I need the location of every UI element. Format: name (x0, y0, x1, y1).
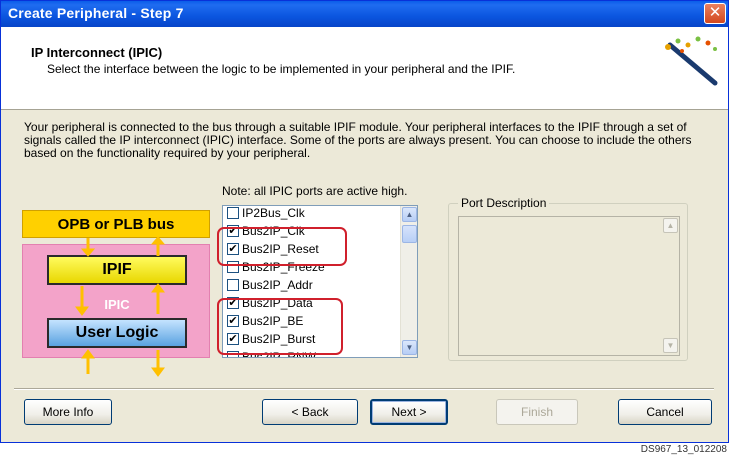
scroll-up-icon[interactable]: ▲ (402, 207, 417, 222)
title-bar[interactable]: Create Peripheral - Step 7 ✕ (1, 1, 728, 27)
checkbox-unchecked-icon[interactable] (227, 207, 239, 219)
step-title: IP Interconnect (IPIC) (31, 45, 163, 60)
step-header: IP Interconnect (IPIC) Select the interf… (1, 27, 728, 110)
step-description: Select the interface between the logic t… (47, 62, 516, 76)
port-description-label: Port Description (458, 196, 550, 210)
cancel-button[interactable]: Cancel (618, 399, 712, 425)
intro-text: Your peripheral is connected to the bus … (24, 120, 692, 160)
port-list-scrollbar[interactable]: ▲ ▼ (400, 206, 417, 357)
port-label: IP2Bus_Clk (242, 206, 305, 220)
next-button[interactable]: Next > (370, 399, 448, 425)
ipif-block: IPIF (47, 255, 187, 285)
wizard-logo-icon (660, 33, 720, 87)
highlight-data-be-burst (217, 298, 343, 355)
desc-scroll-up-icon[interactable]: ▲ (663, 218, 678, 233)
port-description-text[interactable]: ▲ ▼ (458, 216, 680, 356)
port-item[interactable]: Bus2IP_Addr (226, 276, 401, 294)
scroll-down-icon[interactable]: ▼ (402, 340, 417, 355)
back-button[interactable]: < Back (262, 399, 358, 425)
ipif-diagram: OPB or PLB bus IPIF IPIC User Logic (22, 204, 212, 379)
ipic-label: IPIC (104, 297, 130, 312)
figure-code: DS967_13_012208 (640, 444, 727, 455)
port-item[interactable]: IP2Bus_Clk (226, 206, 401, 222)
description-scrollbar[interactable]: ▲ ▼ (662, 217, 679, 355)
user-logic-block: User Logic (47, 318, 187, 348)
bus-label: OPB or PLB bus (22, 210, 210, 238)
button-divider (14, 388, 714, 390)
checkbox-unchecked-icon[interactable] (227, 279, 239, 291)
ipif-container: IPIF IPIC User Logic (22, 244, 210, 358)
more-info-button[interactable]: More Info (24, 399, 112, 425)
scroll-thumb[interactable] (402, 225, 417, 243)
finish-button[interactable]: Finish (496, 399, 578, 425)
close-icon[interactable]: ✕ (704, 3, 726, 24)
desc-scroll-down-icon[interactable]: ▼ (663, 338, 678, 353)
active-high-note: Note: all IPIC ports are active high. (222, 184, 408, 198)
window-title: Create Peripheral - Step 7 (8, 5, 184, 21)
port-label: Bus2IP_Addr (242, 278, 313, 292)
highlight-clk-reset (217, 227, 347, 266)
